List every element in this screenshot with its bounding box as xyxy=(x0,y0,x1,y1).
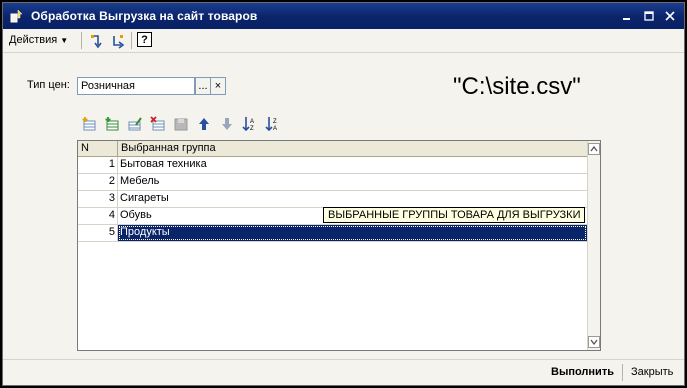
table-row-selected[interactable]: 5 Продукты xyxy=(78,225,587,242)
svg-text:A: A xyxy=(250,119,254,125)
go-down-icon[interactable] xyxy=(108,31,128,51)
actions-menu[interactable]: Действия ▼ xyxy=(9,34,68,46)
group-cell[interactable]: Мебель xyxy=(118,174,587,190)
close-button[interactable]: Закрыть xyxy=(631,366,673,378)
price-type-field[interactable] xyxy=(77,77,195,95)
minimize-icon[interactable] xyxy=(620,9,634,22)
move-down-icon[interactable] xyxy=(217,114,237,134)
chevron-down-icon: ▼ xyxy=(60,36,69,45)
select-button[interactable]: ... xyxy=(195,77,211,95)
group-cell[interactable]: Бытовая техника xyxy=(118,157,587,173)
table-row[interactable]: 1 Бытовая техника xyxy=(78,157,587,174)
menu-separator xyxy=(131,32,132,49)
column-header-group[interactable]: Выбранная группа xyxy=(118,141,587,156)
processing-window: Обработка Выгрузка на сайт товаров Дейст… xyxy=(2,2,685,386)
save-disabled-icon[interactable] xyxy=(171,114,191,134)
add-group-icon[interactable] xyxy=(102,114,122,134)
group-cell[interactable]: Продукты xyxy=(118,225,587,241)
move-up-icon[interactable] xyxy=(194,114,214,134)
group-cell[interactable]: Сигареты xyxy=(118,191,587,207)
maximize-icon[interactable] xyxy=(642,9,656,22)
table-row[interactable]: 2 Мебель xyxy=(78,174,587,191)
bottom-button-bar: Выполнить Закрыть xyxy=(3,359,684,385)
add-row-icon[interactable] xyxy=(79,114,99,134)
file-path-label: "C:\site.csv" xyxy=(453,73,581,100)
edit-row-icon[interactable] xyxy=(125,114,145,134)
price-type-label: Тип цен: xyxy=(27,79,70,91)
row-number: 1 xyxy=(78,157,118,173)
scroll-down-icon[interactable] xyxy=(588,336,600,348)
menu-bar: Действия ▼ ? xyxy=(3,29,684,53)
row-number: 5 xyxy=(78,225,118,241)
row-number: 3 xyxy=(78,191,118,207)
svg-text:Z: Z xyxy=(273,119,277,125)
tooltip: ВЫБРАННЫЕ ГРУППЫ ТОВАРА ДЛЯ ВЫГРУЗКИ xyxy=(323,207,586,223)
button-separator xyxy=(622,364,623,381)
close-icon[interactable] xyxy=(663,9,677,22)
delete-row-icon[interactable] xyxy=(148,114,168,134)
selected-groups-table[interactable]: N Выбранная группа 1 Бытовая техника 2 М… xyxy=(77,140,601,351)
clear-button[interactable]: × xyxy=(210,77,226,95)
go-up-icon[interactable] xyxy=(87,31,107,51)
window-title: Обработка Выгрузка на сайт товаров xyxy=(31,9,258,23)
table-row[interactable]: 3 Сигареты xyxy=(78,191,587,208)
column-header-n[interactable]: N xyxy=(78,141,118,156)
vertical-scrollbar[interactable] xyxy=(587,141,600,350)
row-number: 4 xyxy=(78,208,118,224)
menu-separator xyxy=(81,32,82,49)
row-number: 2 xyxy=(78,174,118,190)
title-bar[interactable]: Обработка Выгрузка на сайт товаров xyxy=(3,3,684,29)
sort-ascending-icon[interactable]: AZ xyxy=(240,114,260,134)
sort-descending-icon[interactable]: ZA xyxy=(263,114,283,134)
svg-text:Z: Z xyxy=(250,126,254,132)
svg-text:A: A xyxy=(273,126,277,132)
run-button[interactable]: Выполнить xyxy=(551,366,614,378)
table-header: N Выбранная группа xyxy=(78,141,587,157)
processing-icon xyxy=(10,9,23,23)
help-button[interactable]: ? xyxy=(137,32,152,47)
actions-menu-label: Действия xyxy=(9,34,58,46)
scroll-up-icon[interactable] xyxy=(588,143,600,155)
